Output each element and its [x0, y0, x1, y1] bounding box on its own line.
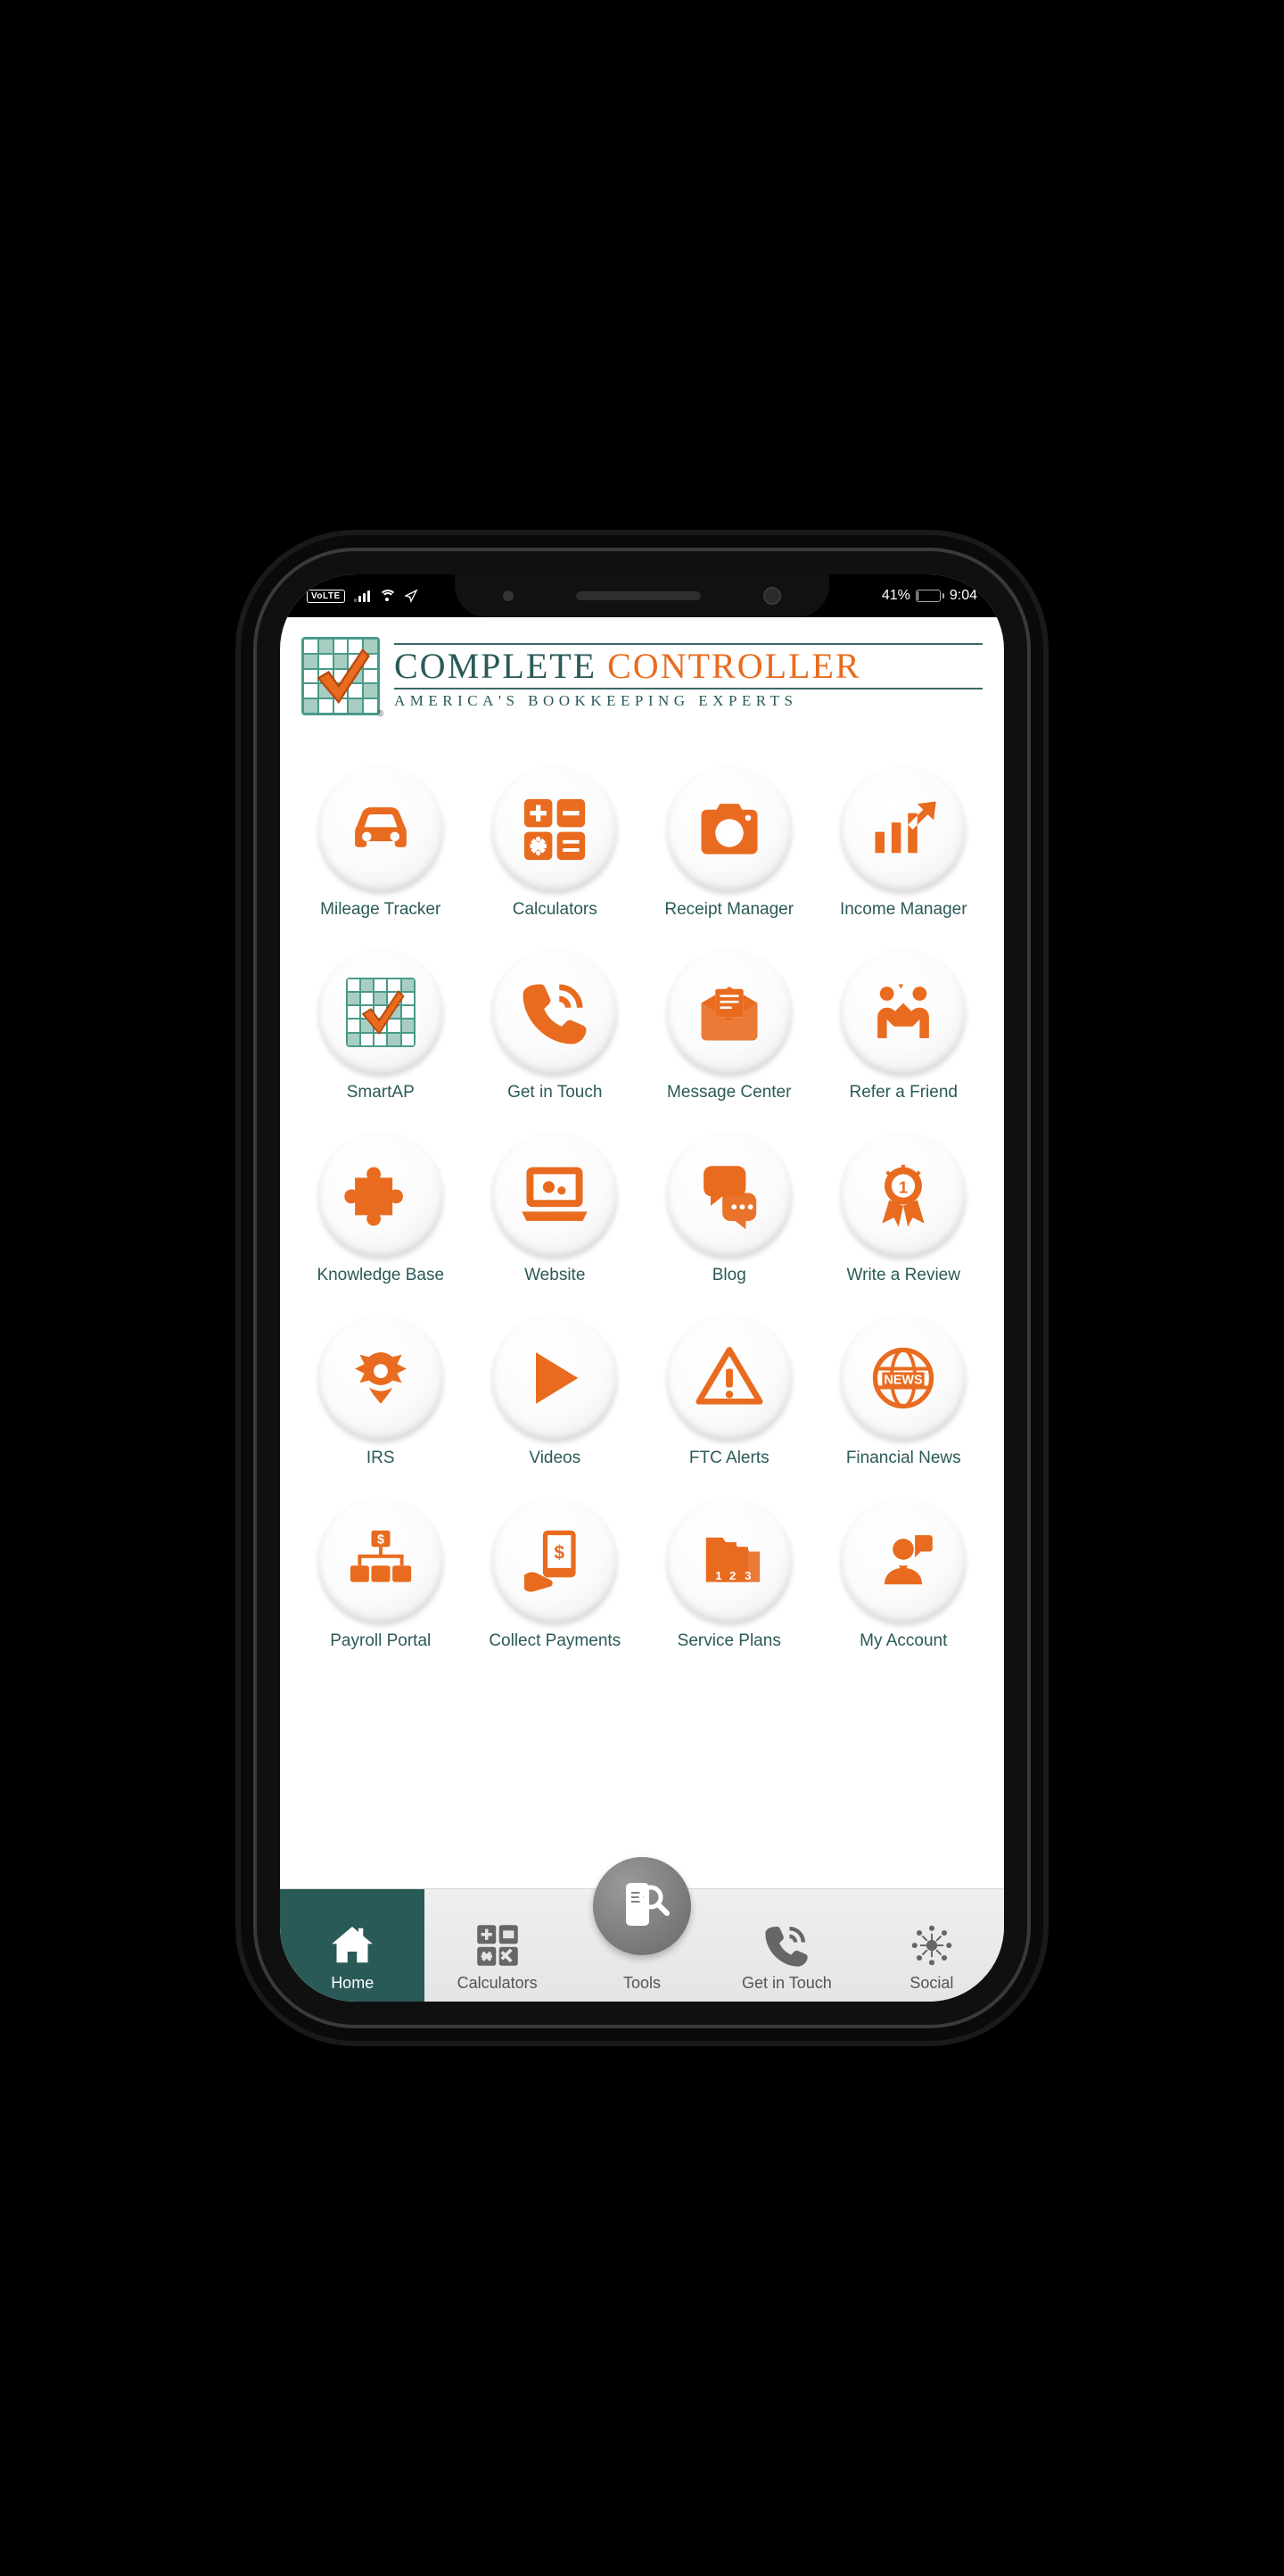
- location-icon: [404, 589, 418, 603]
- laptop-gears-icon: [492, 1133, 617, 1258]
- brand-tagline: America's Bookkeeping Experts: [394, 689, 983, 710]
- nav-social[interactable]: Social: [860, 1889, 1004, 2002]
- tile-payroll-portal[interactable]: Payroll Portal: [300, 1499, 462, 1651]
- puzzle-icon: [318, 1133, 443, 1258]
- volte-badge: VoLTE: [307, 590, 345, 603]
- nav-label: Get in Touch: [742, 1974, 832, 1993]
- tile-label: Knowledge Base: [317, 1267, 444, 1285]
- tile-my-account[interactable]: My Account: [823, 1499, 985, 1651]
- tile-knowledge-base[interactable]: Knowledge Base: [300, 1133, 462, 1285]
- tile-collect-payments[interactable]: Collect Payments: [474, 1499, 637, 1651]
- phone-ring-icon: [761, 1920, 811, 1970]
- tile-label: Website: [524, 1267, 585, 1285]
- bottom-nav: Home Calculators Tools Get in Touch Social: [280, 1888, 1004, 2002]
- tile-income-manager[interactable]: Income Manager: [823, 767, 985, 920]
- tile-label: Service Plans: [678, 1632, 781, 1651]
- tile-label: Message Center: [667, 1084, 791, 1102]
- tile-label: FTC Alerts: [689, 1449, 770, 1468]
- home-grid: Mileage Tracker Calculators Receipt Manage…: [280, 722, 1004, 1668]
- play-icon: [492, 1316, 617, 1441]
- mail-letter-icon: [667, 950, 792, 1075]
- globe-news-icon: [841, 1316, 966, 1441]
- award-ribbon-icon: [841, 1133, 966, 1258]
- tile-refer-a-friend[interactable]: Refer a Friend: [823, 950, 985, 1102]
- tile-label: Income Manager: [840, 901, 967, 920]
- house-icon: [327, 1920, 377, 1970]
- phone-frame: VoLTE 41% 9:04: [280, 574, 1004, 2002]
- tile-financial-news[interactable]: Financial News: [823, 1316, 985, 1468]
- nav-get-in-touch[interactable]: Get in Touch: [714, 1889, 859, 2002]
- brand-title: COMPLETE CONTROLLER: [394, 648, 983, 685]
- folders-123-icon: [667, 1499, 792, 1623]
- tile-message-center[interactable]: Message Center: [648, 950, 811, 1102]
- nav-label: Social: [910, 1974, 953, 1993]
- tile-website[interactable]: Website: [474, 1133, 637, 1285]
- signal-icon: [354, 590, 370, 602]
- nav-home[interactable]: Home: [280, 1889, 424, 2002]
- car-icon: [318, 767, 443, 892]
- warning-icon: [667, 1316, 792, 1441]
- tile-label: Collect Payments: [489, 1632, 621, 1651]
- high-five-icon: [841, 950, 966, 1075]
- calc-keys-icon: [473, 1920, 523, 1970]
- tile-service-plans[interactable]: Service Plans: [648, 1499, 811, 1651]
- tile-label: Calculators: [513, 901, 597, 920]
- tile-get-in-touch[interactable]: Get in Touch: [474, 950, 637, 1102]
- app-header: ® COMPLETE CONTROLLER America's Bookkeep…: [280, 617, 1004, 722]
- tile-label: Receipt Manager: [664, 901, 794, 920]
- tile-calculators[interactable]: Calculators: [474, 767, 637, 920]
- tile-smartap[interactable]: SmartAP: [300, 950, 462, 1102]
- wifi-icon: [379, 590, 395, 602]
- nav-label: Calculators: [457, 1974, 538, 1993]
- hand-tablet-dollar-icon: [492, 1499, 617, 1623]
- chart-up-icon: [841, 767, 966, 892]
- tile-label: My Account: [860, 1632, 947, 1651]
- device-notch: [455, 574, 829, 617]
- tile-label: Write a Review: [847, 1267, 960, 1285]
- nav-tools[interactable]: Tools: [570, 1889, 714, 2002]
- account-speak-icon: [841, 1499, 966, 1623]
- org-dollar-icon: [318, 1499, 443, 1623]
- tile-label: Mileage Tracker: [320, 901, 440, 920]
- camera-icon: [667, 767, 792, 892]
- phone-search-icon: [593, 1857, 691, 1955]
- tile-label: Refer a Friend: [850, 1084, 958, 1102]
- tile-receipt-manager[interactable]: Receipt Manager: [648, 767, 811, 920]
- tile-label: SmartAP: [347, 1084, 415, 1102]
- brand-logo-icon: ®: [301, 637, 380, 715]
- calc-keys-icon: [492, 767, 617, 892]
- tile-label: Videos: [529, 1449, 580, 1468]
- tile-label: Financial News: [846, 1449, 961, 1468]
- battery-percent: 41%: [882, 588, 910, 604]
- tile-write-a-review[interactable]: Write a Review: [823, 1133, 985, 1285]
- tile-irs[interactable]: IRS: [300, 1316, 462, 1468]
- tile-videos[interactable]: Videos: [474, 1316, 637, 1468]
- tile-label: IRS: [366, 1449, 395, 1468]
- tile-ftc-alerts[interactable]: FTC Alerts: [648, 1316, 811, 1468]
- tile-label: Get in Touch: [507, 1084, 602, 1102]
- network-icon: [907, 1920, 957, 1970]
- tile-label: Blog: [712, 1267, 746, 1285]
- smartap-logo-icon: [318, 950, 443, 1075]
- phone-ring-icon: [492, 950, 617, 1075]
- nav-calculators[interactable]: Calculators: [424, 1889, 569, 2002]
- nav-label: Home: [331, 1974, 374, 1993]
- tile-mileage-tracker[interactable]: Mileage Tracker: [300, 767, 462, 920]
- clock: 9:04: [950, 588, 977, 604]
- tile-label: Payroll Portal: [330, 1632, 431, 1651]
- battery-icon: [916, 590, 944, 602]
- irs-eagle-icon: [318, 1316, 443, 1441]
- tile-blog[interactable]: Blog: [648, 1133, 811, 1285]
- chat-bubbles-icon: [667, 1133, 792, 1258]
- nav-label: Tools: [623, 1974, 661, 1993]
